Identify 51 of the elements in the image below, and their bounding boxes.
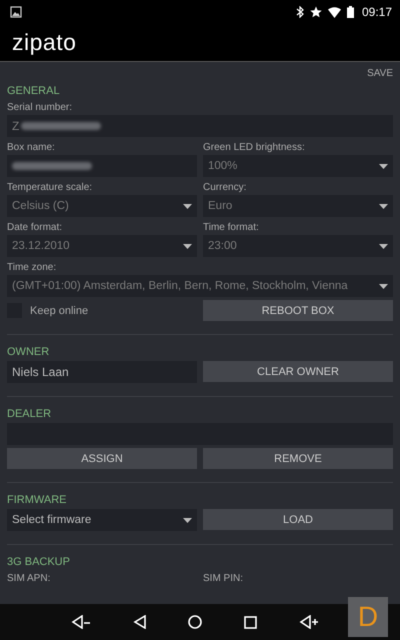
caret-icon bbox=[379, 244, 388, 248]
action-button[interactable]: CLEAR OWNER bbox=[203, 361, 393, 382]
caret-icon bbox=[183, 244, 192, 248]
volume-up-icon[interactable] bbox=[299, 615, 320, 629]
volume-down-icon[interactable] bbox=[70, 615, 91, 629]
clock-time: 09:17 bbox=[362, 5, 392, 19]
field-label: Currency: bbox=[203, 182, 248, 193]
action-button[interactable]: LOAD bbox=[203, 509, 393, 530]
image-icon bbox=[10, 6, 22, 18]
text-field[interactable]: Z bbox=[7, 115, 393, 137]
dropdown[interactable]: (GMT+01:00) Amsterdam, Berlin, Bern, Rome, Stockholm, Vienna bbox=[7, 275, 393, 297]
field-label: SIM PIN: bbox=[203, 573, 244, 584]
field-label: Temperature scale: bbox=[7, 182, 94, 193]
dropdown[interactable]: Select firmware bbox=[7, 509, 197, 531]
battery-icon bbox=[346, 6, 354, 18]
field-label: Date format: bbox=[7, 222, 64, 233]
field-label: Time zone: bbox=[7, 262, 58, 273]
dropdown[interactable]: 23:00 bbox=[203, 235, 393, 257]
section-title: OWNER bbox=[7, 346, 50, 358]
caret-icon bbox=[183, 518, 192, 522]
action-button[interactable]: REBOOT BOX bbox=[203, 300, 393, 321]
caret-icon bbox=[379, 204, 388, 208]
home-icon[interactable] bbox=[188, 615, 202, 629]
caret-icon bbox=[183, 204, 192, 208]
field-label: Box name: bbox=[7, 142, 56, 153]
dropdown[interactable]: Euro bbox=[203, 195, 393, 217]
field-label: SIM APN: bbox=[7, 573, 52, 584]
back-icon[interactable] bbox=[132, 615, 147, 629]
recents-icon[interactable] bbox=[244, 616, 258, 628]
text-field[interactable] bbox=[7, 155, 197, 177]
action-button[interactable]: ASSIGN bbox=[7, 448, 197, 469]
field-label: Green LED brightness: bbox=[203, 142, 306, 153]
field-label: Time format: bbox=[203, 222, 260, 233]
logo: zipato bbox=[12, 29, 76, 56]
action-button[interactable]: REMOVE bbox=[203, 448, 393, 469]
field-label: Serial number: bbox=[7, 102, 74, 113]
dropdown[interactable]: 100% bbox=[203, 155, 393, 177]
section-title: DEALER bbox=[7, 408, 52, 420]
star-icon bbox=[310, 6, 322, 18]
checkbox-label: Keep online bbox=[30, 304, 88, 316]
section-title: FIRMWARE bbox=[7, 494, 68, 506]
save-button[interactable]: SAVE bbox=[367, 66, 393, 81]
wifi-icon bbox=[328, 6, 341, 18]
section-title: 3G BACKUP bbox=[7, 556, 71, 568]
caret-icon bbox=[379, 284, 388, 288]
section-title: GENERAL bbox=[7, 85, 61, 97]
dropdown[interactable]: Celsius (C) bbox=[7, 195, 197, 217]
dropdown[interactable]: 23.12.2010 bbox=[7, 235, 197, 257]
bluetooth-icon bbox=[296, 6, 304, 18]
text-field[interactable]: Niels Laan bbox=[7, 361, 197, 383]
caret-icon bbox=[379, 164, 388, 168]
